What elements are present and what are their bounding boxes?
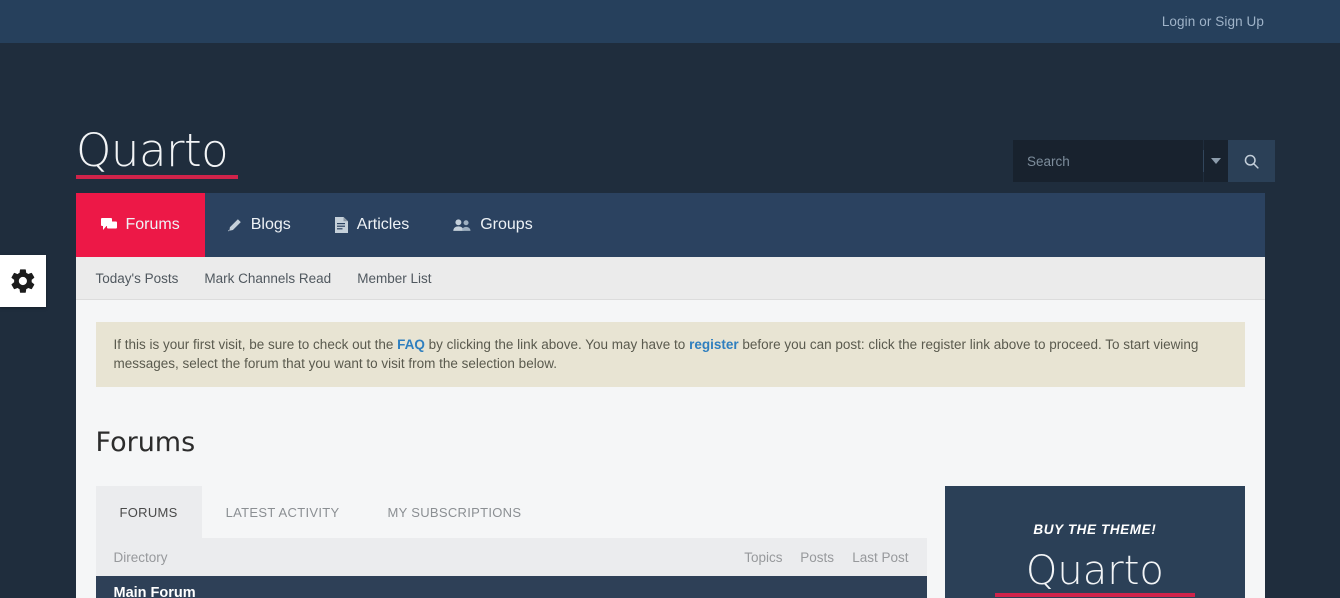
search-input[interactable]	[1013, 140, 1203, 182]
users-icon	[453, 219, 471, 231]
nav-item-articles-label: Articles	[356, 216, 410, 233]
forum-table-header: Directory Topics Posts Last Post	[95, 538, 928, 576]
sub-navigation: Today's Posts Mark Channels Read Member …	[75, 257, 1265, 300]
ad-kicker-text: BUY THE THEME!	[1033, 522, 1157, 537]
comments-icon	[100, 217, 117, 230]
page-container: Forums Blogs Articles Groups Today's Pos…	[75, 193, 1265, 598]
content-layout: FORUMS LATEST ACTIVITY MY SUBSCRIPTIONS …	[95, 486, 1245, 598]
faq-link[interactable]: FAQ	[397, 337, 425, 352]
notice-text-part2: by clicking the link above. You may have…	[424, 337, 690, 352]
sidebar-column: BUY THE THEME! Quarto	[945, 486, 1245, 598]
search-submit-button[interactable]	[1228, 140, 1275, 182]
site-logo[interactable]: Quarto	[76, 128, 238, 179]
nav-item-blogs[interactable]: Blogs	[205, 193, 313, 257]
column-header-last-post: Last Post	[852, 549, 909, 565]
forum-section-title: Main Forum	[113, 585, 196, 598]
register-link[interactable]: register	[689, 337, 739, 352]
ad-logo-text: Quarto	[1025, 548, 1164, 594]
first-visit-notice: If this is your first visit, be sure to …	[95, 322, 1245, 387]
search-icon	[1244, 154, 1259, 169]
document-icon	[334, 217, 348, 233]
site-logo-text: Quarto	[76, 124, 229, 177]
nav-item-blogs-label: Blogs	[250, 216, 291, 233]
notice-text-part1: If this is your first visit, be sure to …	[113, 337, 398, 352]
search-bar	[1013, 140, 1275, 182]
pencil-icon	[227, 218, 241, 231]
login-signup-link[interactable]: Login or Sign Up	[1162, 14, 1264, 29]
tab-latest-activity[interactable]: LATEST ACTIVITY	[202, 486, 364, 538]
nav-item-groups[interactable]: Groups	[431, 193, 554, 257]
nav-item-forums[interactable]: Forums	[75, 193, 205, 257]
buy-theme-ad[interactable]: BUY THE THEME! Quarto	[945, 486, 1245, 598]
forum-list-column: FORUMS LATEST ACTIVITY MY SUBSCRIPTIONS …	[95, 486, 928, 598]
settings-tab-button[interactable]	[0, 255, 46, 307]
gear-icon	[11, 269, 35, 293]
tab-my-subscriptions[interactable]: MY SUBSCRIPTIONS	[363, 486, 545, 538]
tab-forums[interactable]: FORUMS	[95, 486, 202, 538]
nav-item-groups-label: Groups	[480, 216, 533, 233]
main-navigation: Forums Blogs Articles Groups	[75, 193, 1265, 257]
page-title: Forums	[95, 427, 196, 458]
forum-tabstrip: FORUMS LATEST ACTIVITY MY SUBSCRIPTIONS	[95, 486, 928, 538]
forum-section-header[interactable]: Main Forum	[95, 576, 928, 598]
nav-item-forums-label: Forums	[125, 216, 180, 233]
masthead: Quarto	[0, 43, 1340, 193]
subnav-item-todays-posts[interactable]: Today's Posts	[96, 271, 179, 286]
content-area: If this is your first visit, be sure to …	[75, 300, 1265, 598]
top-utility-bar: Login or Sign Up	[0, 0, 1340, 43]
search-scope-dropdown[interactable]	[1204, 140, 1228, 182]
subnav-item-mark-channels-read[interactable]: Mark Channels Read	[204, 271, 331, 286]
nav-item-articles[interactable]: Articles	[313, 193, 431, 257]
chevron-down-icon	[1211, 158, 1221, 164]
subnav-item-member-list[interactable]: Member List	[357, 271, 431, 286]
column-header-posts: Posts	[800, 549, 835, 565]
column-header-topics: Topics	[744, 549, 783, 565]
column-header-directory: Directory	[113, 549, 168, 565]
